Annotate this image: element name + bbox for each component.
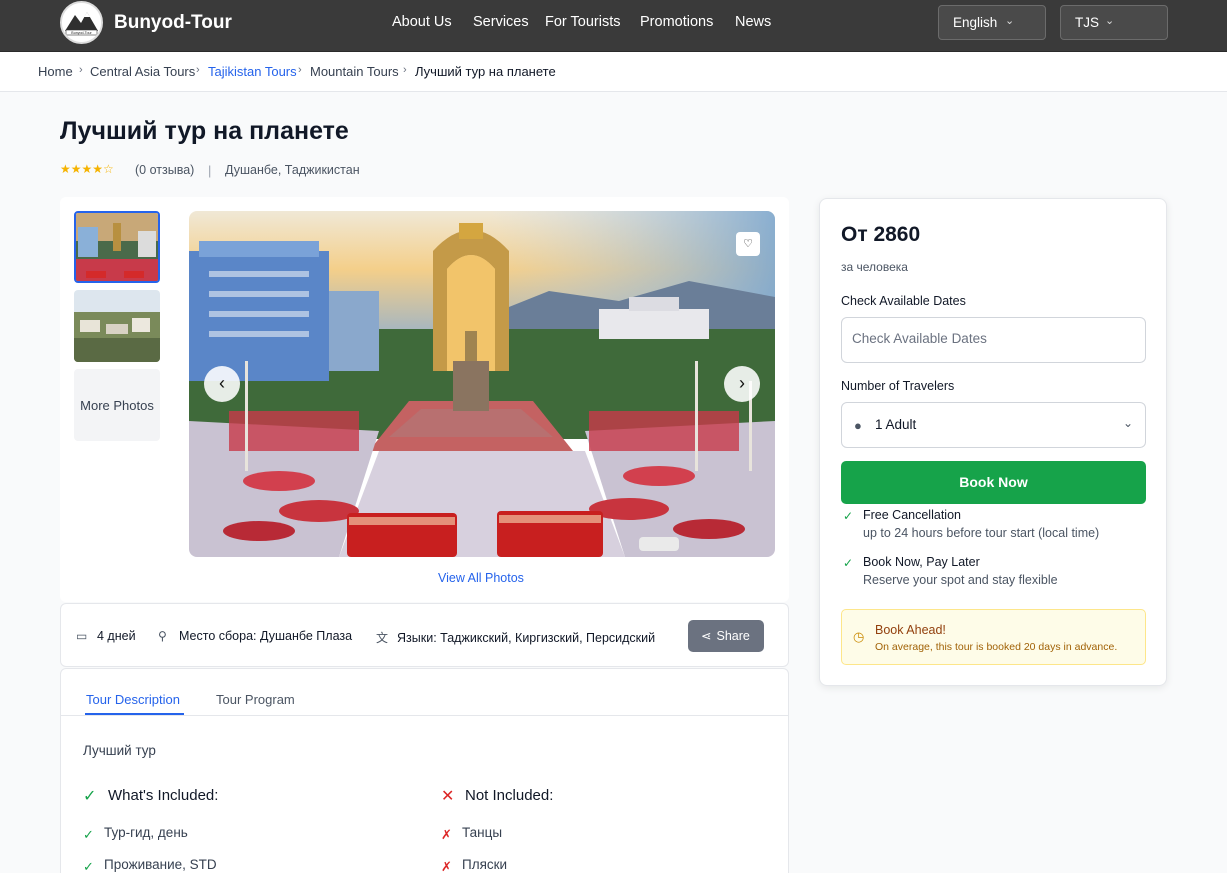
perk-title: Free Cancellation (863, 508, 961, 522)
calendar-icon: ▭ (76, 629, 88, 643)
translate-icon: 文 (376, 631, 389, 645)
included-item: Проживание, STD (104, 857, 217, 872)
check-icon: ✓ (83, 859, 94, 873)
nav-for-tourists[interactable]: For Tourists (545, 14, 620, 30)
tab-tour-program[interactable]: Tour Program (216, 692, 295, 707)
travelers-value: 1 Adult (875, 417, 917, 432)
dates-label: Check Available Dates (841, 294, 966, 308)
review-count[interactable]: (0 отзыва) (135, 163, 194, 177)
breadcrumb-mountain[interactable]: Mountain Tours (310, 64, 399, 79)
currency-select[interactable]: TJS ⌄ (1060, 5, 1168, 40)
booking-card: От 2860 за человека Check Available Date… (819, 198, 1167, 686)
x-icon: ✗ (441, 827, 452, 842)
languages-value: Языки: Таджикский, Киргизский, Персидски… (397, 631, 656, 645)
not-included-title: Not Included: (465, 787, 554, 804)
divider (61, 715, 788, 716)
duration: ▭ 4 дней (76, 629, 136, 643)
breadcrumb: Home › Central Asia Tours › Tajikistan T… (0, 52, 1227, 92)
duration-value: 4 дней (97, 629, 136, 643)
check-icon: ✓ (843, 556, 854, 570)
price: От 2860 (841, 223, 921, 246)
brand-name[interactable]: Bunyod-Tour (114, 12, 232, 34)
x-icon: ✗ (441, 859, 452, 873)
prev-photo-button[interactable]: ‹ (204, 366, 240, 402)
heart-icon[interactable]: ♡ (736, 232, 760, 256)
not-included-item: Пляски (462, 857, 508, 872)
check-icon: ✓ (83, 827, 94, 842)
travelers-select[interactable]: ● 1 Adult ⌄ (841, 402, 1146, 448)
currency-value: TJS (1075, 15, 1100, 30)
top-navbar: Bunyod-Tour Bunyod-Tour About Us Service… (0, 0, 1227, 52)
book-ahead-notice: ◷ Book Ahead! On average, this tour is b… (841, 609, 1146, 665)
book-now-button[interactable]: Book Now (841, 461, 1146, 504)
nav-about-us[interactable]: About Us (392, 14, 452, 30)
breadcrumb-current: Лучший тур на планете (415, 64, 556, 79)
next-photo-button[interactable]: › (724, 366, 760, 402)
tour-description: Лучший тур (83, 743, 156, 758)
page-title: Лучший тур на планете (60, 117, 349, 145)
share-button[interactable]: ⋖ Share (688, 620, 764, 652)
travelers-label: Number of Travelers (841, 379, 955, 393)
breadcrumb-central-asia[interactable]: Central Asia Tours (90, 64, 195, 79)
logo[interactable]: Bunyod-Tour (60, 1, 103, 44)
perk-subtitle: Reserve your spot and stay flexible (863, 573, 1058, 587)
included-item: Тур-гид, день (104, 825, 188, 840)
perk-subtitle: up to 24 hours before tour start (local … (863, 526, 1100, 540)
breadcrumb-home[interactable]: Home (38, 64, 73, 79)
chevron-down-icon: ⌄ (1122, 416, 1133, 430)
person-walking-icon: ⚲ (158, 629, 167, 643)
nav-promotions[interactable]: Promotions (640, 14, 713, 30)
check-icon: ✓ (843, 509, 854, 523)
price-unit: за человека (841, 260, 908, 274)
check-icon: ✓ (83, 788, 97, 805)
person-icon: ● (854, 418, 862, 433)
perk-title: Book Now, Pay Later (863, 555, 980, 569)
tour-details-card: Tour Description Tour Program Лучший тур… (60, 668, 789, 873)
dates-field[interactable] (841, 317, 1146, 363)
tour-info-bar: ▭ 4 дней ⚲ Место сбора: Душанбе Плаза 文 Язы… (60, 603, 789, 667)
included-title: What's Included: (108, 787, 219, 804)
book-ahead-text: On average, this tour is booked 20 days … (875, 641, 1118, 653)
divider: | (208, 163, 212, 178)
more-photos-button[interactable]: More Photos (74, 369, 160, 441)
rating-stars: ★★★★☆ (60, 162, 114, 176)
svg-text:Bunyod-Tour: Bunyod-Tour (71, 31, 92, 35)
language-value: English (953, 15, 998, 30)
close-icon: ✕ (441, 788, 455, 805)
not-included-item: Танцы (462, 825, 503, 840)
meeting-value: Место сбора: Душанбе Плаза (179, 629, 353, 643)
clock-icon: ◷ (853, 629, 865, 644)
tour-location: Душанбе, Таджикистан (225, 163, 360, 177)
breadcrumb-separator: › (298, 64, 302, 76)
meeting-point: ⚲ Место сбора: Душанбе Плаза (158, 629, 352, 643)
main-photo[interactable]: ‹ › ♡ (189, 211, 775, 557)
chevron-down-icon: ⌄ (1105, 15, 1115, 27)
book-ahead-title: Book Ahead! (875, 623, 946, 637)
breadcrumb-separator: › (79, 64, 83, 76)
thumbnail-1[interactable] (74, 211, 160, 283)
languages: 文 Языки: Таджикский, Киргизский, Персидск… (376, 629, 655, 646)
photo-gallery: More Photos ‹ › ♡ View All Photos (60, 197, 789, 602)
share-icon: ⋖ (701, 629, 712, 643)
breadcrumb-separator: › (196, 64, 200, 76)
breadcrumb-separator: › (403, 64, 407, 76)
share-label: Share (716, 629, 750, 643)
language-select[interactable]: English ⌄ (938, 5, 1046, 40)
breadcrumb-tajikistan[interactable]: Tajikistan Tours (208, 64, 297, 79)
nav-news[interactable]: News (735, 14, 771, 30)
view-all-photos-link[interactable]: View All Photos (438, 571, 524, 585)
nav-services[interactable]: Services (473, 14, 529, 30)
dates-input[interactable] (852, 331, 1132, 346)
thumbnail-2[interactable] (74, 290, 160, 362)
tab-tour-description[interactable]: Tour Description (86, 692, 180, 707)
chevron-down-icon: ⌄ (1005, 15, 1015, 27)
